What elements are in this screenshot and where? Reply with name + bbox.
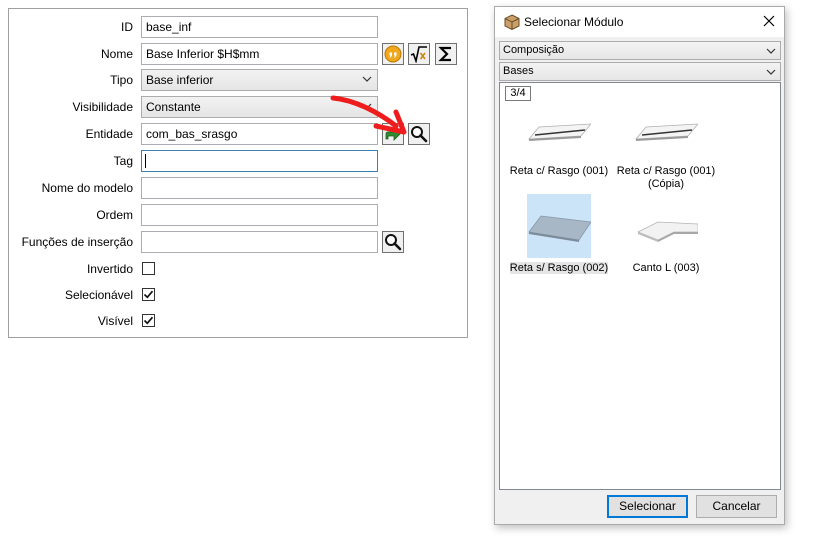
checkmark-icon <box>143 290 154 299</box>
id-label: ID <box>121 20 133 34</box>
nome-modelo-field[interactable] <box>141 177 378 199</box>
select-module-dialog: Selecionar Módulo Composição Bases 3/4 R… <box>494 6 785 525</box>
magnifier-icon <box>385 234 402 251</box>
sum-button[interactable] <box>435 43 457 65</box>
panel-slotted-icon <box>635 123 699 141</box>
funcoes-insercao-label: Funções de inserção <box>21 235 133 249</box>
text-caret <box>145 154 146 168</box>
ordem-label: Ordem <box>96 208 133 222</box>
panel-flat-icon <box>528 215 592 242</box>
row-selecionavel: Selecionável <box>9 284 467 306</box>
tag-label: Tag <box>113 154 133 168</box>
category-dropdown[interactable]: Composição <box>499 41 781 60</box>
visivel-label: Visível <box>97 314 133 328</box>
square-root-icon <box>410 46 427 63</box>
module-thumbnail <box>527 97 592 161</box>
panel-corner-l-icon <box>637 221 699 242</box>
tipo-label: Tipo <box>110 73 133 87</box>
search-entity-button[interactable] <box>408 123 430 145</box>
module-caption: Reta s/ Rasgo (002) <box>509 262 609 274</box>
nome-modelo-label: Nome do modelo <box>41 181 133 195</box>
row-id: ID base_inf <box>9 16 467 38</box>
visivel-checkbox[interactable] <box>142 314 155 327</box>
dialog-titlebar: Selecionar Módulo <box>495 7 784 37</box>
dialog-title: Selecionar Módulo <box>524 15 624 29</box>
row-tipo: Tipo Base inferior <box>9 69 467 91</box>
chevron-down-icon <box>766 48 776 54</box>
visibilidade-label: Visibilidade <box>72 100 134 114</box>
box-icon <box>504 14 520 30</box>
translate-button[interactable] <box>382 43 404 65</box>
properties-panel: ID base_inf Nome Base Inferior $H$mm Tip… <box>8 8 468 338</box>
row-nome: Nome Base Inferior $H$mm <box>9 43 467 65</box>
search-functions-button[interactable] <box>382 231 404 253</box>
category-value: Composição <box>503 44 565 56</box>
formula-button[interactable] <box>408 43 430 65</box>
visibilidade-value: Constante <box>146 100 201 114</box>
checkmark-icon <box>143 316 154 325</box>
row-tag: Tag <box>9 150 467 172</box>
module-list[interactable]: 3/4 Reta c/ Rasgo (001) Reta c/ Rasgo (0… <box>499 82 781 490</box>
module-item-001-copy[interactable]: Reta c/ Rasgo (001) (Cópia) <box>611 97 721 191</box>
entidade-label: Entidade <box>85 127 133 141</box>
id-field[interactable]: base_inf <box>141 16 378 38</box>
close-icon[interactable] <box>762 14 776 28</box>
subcategory-dropdown[interactable]: Bases <box>499 62 781 81</box>
nome-field[interactable]: Base Inferior $H$mm <box>141 43 378 65</box>
tag-field[interactable] <box>141 150 378 172</box>
ordem-field[interactable] <box>141 204 378 226</box>
cancel-button[interactable]: Cancelar <box>696 495 777 518</box>
module-item-002[interactable]: Reta s/ Rasgo (002) <box>504 194 614 275</box>
row-invertido: Invertido <box>9 258 467 280</box>
row-visivel: Visível <box>9 310 467 332</box>
panel-slotted-icon <box>528 123 592 141</box>
row-funcoes-insercao: Funções de inserção <box>9 231 467 253</box>
invertido-checkbox[interactable] <box>142 262 155 275</box>
module-item-003[interactable]: Canto L (003) <box>611 194 721 275</box>
subcategory-value: Bases <box>503 65 534 77</box>
module-thumbnail <box>527 194 592 258</box>
select-button[interactable]: Selecionar <box>607 495 688 518</box>
speech-bubble-icon <box>384 45 402 63</box>
nome-label: Nome <box>100 47 133 61</box>
tipo-select[interactable]: Base inferior <box>141 69 378 91</box>
module-caption: Reta c/ Rasgo (001) <box>509 165 609 177</box>
selecionavel-checkbox[interactable] <box>142 288 155 301</box>
sigma-icon <box>438 46 451 62</box>
funcoes-insercao-field[interactable] <box>141 231 378 253</box>
selecionavel-label: Selecionável <box>64 288 133 302</box>
module-thumbnail <box>634 97 699 161</box>
module-thumbnail <box>634 194 699 258</box>
module-caption: Reta c/ Rasgo (001) (Cópia) <box>616 165 716 190</box>
annotation-arrow-icon <box>330 95 407 135</box>
invertido-label: Invertido <box>86 262 133 276</box>
chevron-down-icon <box>362 76 372 82</box>
module-item-001[interactable]: Reta c/ Rasgo (001) <box>504 97 614 178</box>
tipo-value: Base inferior <box>146 73 214 87</box>
row-nome-modelo: Nome do modelo <box>9 177 467 199</box>
magnifier-icon <box>411 126 428 143</box>
row-ordem: Ordem <box>9 204 467 226</box>
module-caption: Canto L (003) <box>632 262 700 274</box>
chevron-down-icon <box>766 69 776 75</box>
